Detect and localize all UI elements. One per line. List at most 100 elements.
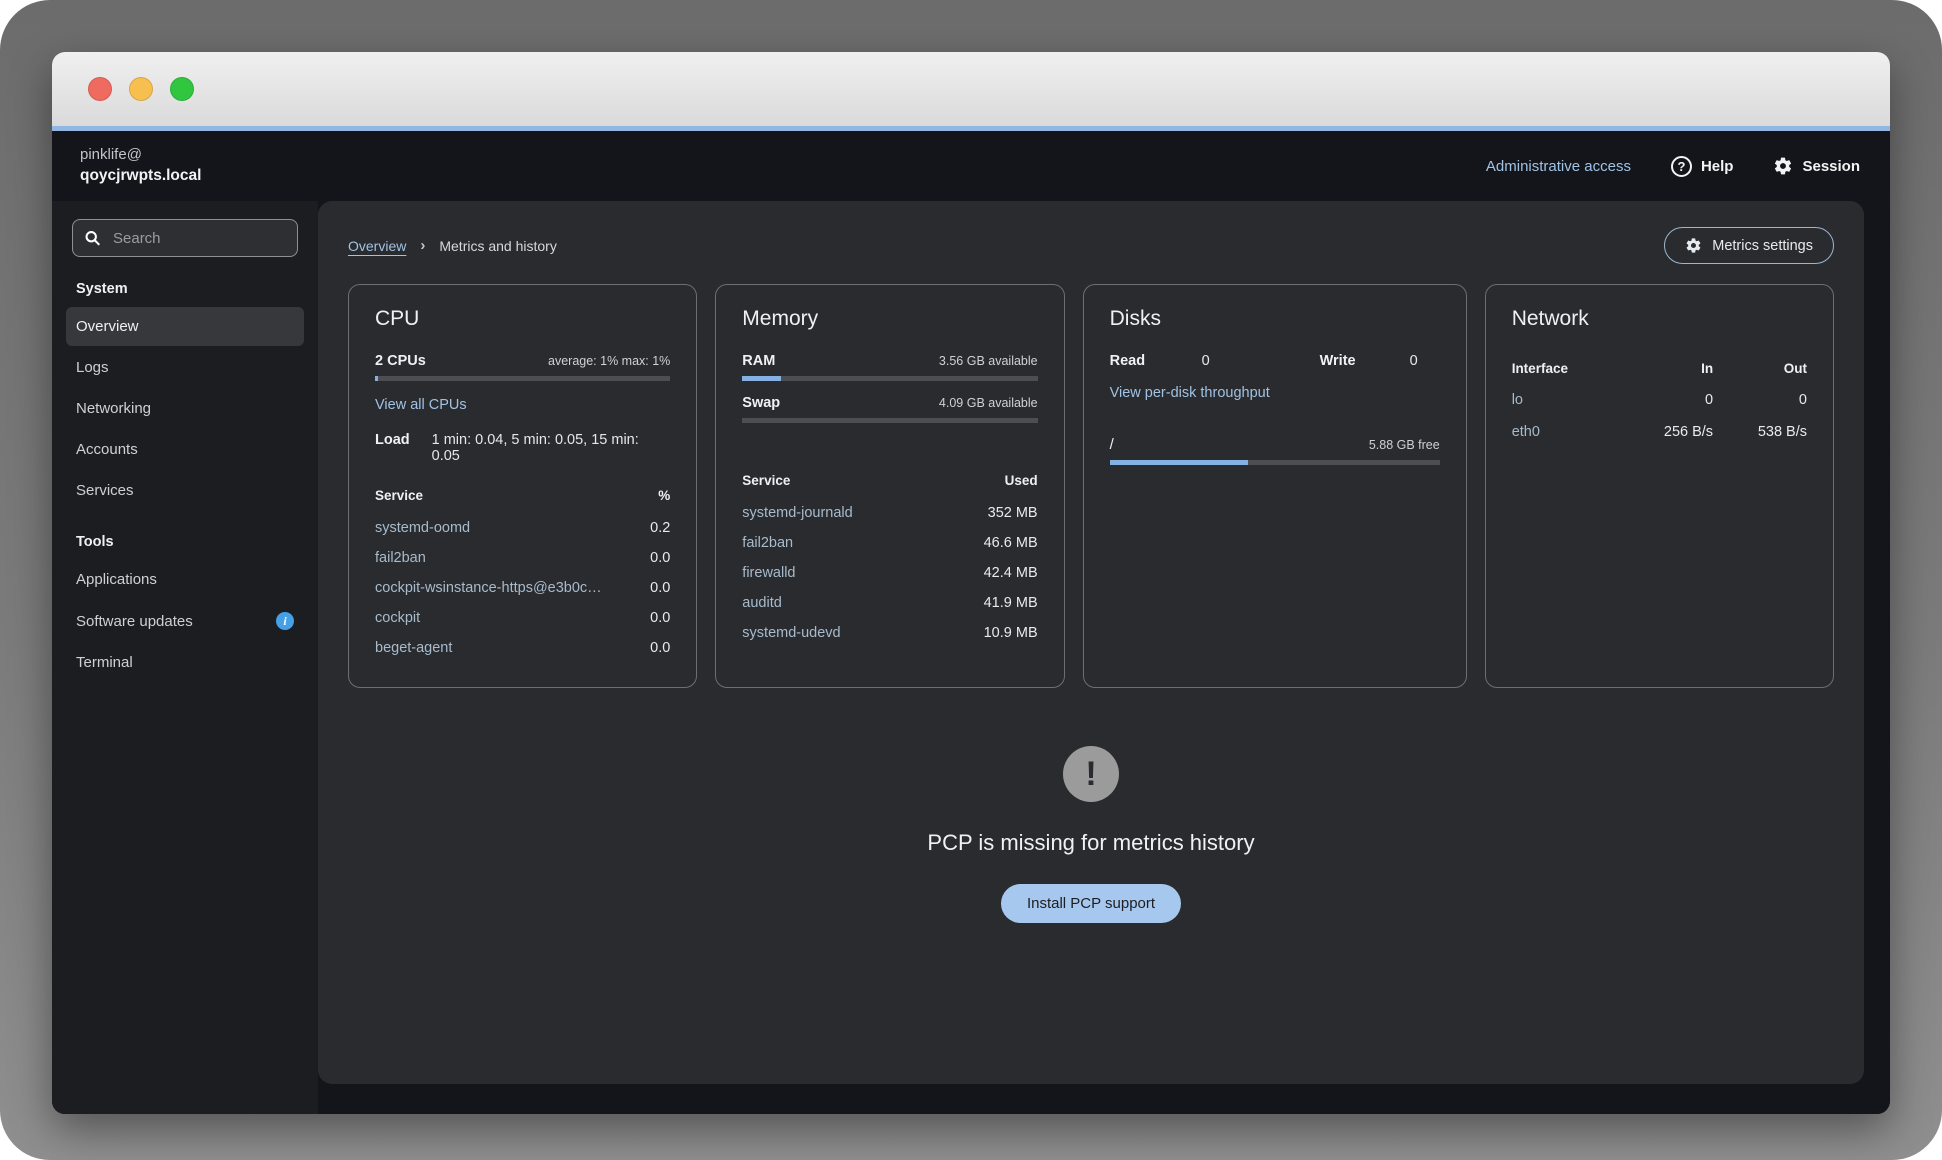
sidebar: System Overview Logs Networking Accounts (52, 201, 318, 1114)
view-per-disk-throughput-link[interactable]: View per-disk throughput (1110, 385, 1270, 401)
memory-service-table: Service Used systemd-journald 352 MB (742, 467, 1037, 648)
interface-link[interactable]: eth0 (1512, 424, 1540, 440)
disks-card-title: Disks (1110, 307, 1440, 331)
minimize-window-button[interactable] (129, 77, 153, 101)
service-link[interactable]: cockpit-wsinstance-https@e3b0c… (375, 580, 602, 596)
disk-write-label: Write (1320, 353, 1410, 369)
sidebar-item-logs[interactable]: Logs (66, 348, 304, 387)
breadcrumb: Overview Metrics and history (348, 237, 557, 254)
sidebar-item-software-updates[interactable]: Software updates (66, 601, 304, 641)
window-titlebar (52, 52, 1890, 126)
traffic-lights (88, 77, 194, 101)
service-link[interactable]: firewalld (742, 565, 795, 581)
ram-label: RAM (742, 353, 775, 369)
cpu-card: CPU 2 CPUs average: 1% max: 1% View all … (348, 284, 697, 688)
ram-usage-bar-fill (742, 376, 780, 381)
interface-out: 538 B/s (1713, 416, 1807, 448)
table-row: fail2ban 0.0 (375, 543, 670, 573)
pcp-empty-state: PCP is missing for metrics history Insta… (348, 746, 1834, 923)
info-icon (276, 612, 294, 630)
service-link[interactable]: beget-agent (375, 640, 452, 656)
sidebar-item-terminal[interactable]: Terminal (66, 643, 304, 682)
disk-free-label: 5.88 GB free (1369, 438, 1440, 452)
memory-card: Memory RAM 3.56 GB available Swap (715, 284, 1064, 688)
disk-read-value: 0 (1202, 353, 1320, 369)
help-button[interactable]: Help (1671, 156, 1734, 177)
metrics-settings-button[interactable]: Metrics settings (1664, 227, 1834, 264)
sidebar-item-label: Services (76, 482, 134, 499)
cpu-service-table: Service % systemd-oomd 0.2 fail2ba (375, 482, 670, 663)
service-value: 41.9 MB (941, 588, 1038, 618)
sidebar-item-overview[interactable]: Overview (66, 307, 304, 346)
memory-card-title: Memory (742, 307, 1037, 331)
table-row: systemd-oomd 0.2 (375, 513, 670, 543)
cpu-table-col-percent: % (646, 482, 670, 513)
network-col-in: In (1619, 353, 1713, 384)
breadcrumb-overview-link[interactable]: Overview (348, 238, 406, 254)
administrative-access-link[interactable]: Administrative access (1486, 158, 1631, 175)
close-window-button[interactable] (88, 77, 112, 101)
cpu-usage-bar-fill (375, 376, 378, 381)
session-label: Session (1802, 158, 1860, 175)
usage-cards: CPU 2 CPUs average: 1% max: 1% View all … (348, 284, 1834, 688)
table-row: firewalld 42.4 MB (742, 558, 1037, 588)
zoom-window-button[interactable] (170, 77, 194, 101)
table-row: beget-agent 0.0 (375, 633, 670, 663)
sidebar-item-accounts[interactable]: Accounts (66, 430, 304, 469)
ram-usage-bar (742, 376, 1037, 381)
service-value: 0.0 (646, 633, 670, 663)
table-row: systemd-udevd 10.9 MB (742, 618, 1037, 648)
sidebar-item-label: Networking (76, 400, 151, 417)
sidebar-item-services[interactable]: Services (66, 471, 304, 510)
sidebar-item-label: Applications (76, 571, 157, 588)
install-pcp-button[interactable]: Install PCP support (1001, 884, 1181, 923)
search-input[interactable] (72, 219, 298, 257)
disk-usage-bar (1110, 460, 1440, 465)
table-row: fail2ban 46.6 MB (742, 528, 1037, 558)
network-col-out: Out (1713, 353, 1807, 384)
sidebar-item-applications[interactable]: Applications (66, 560, 304, 599)
swap-label: Swap (742, 395, 780, 411)
interface-link[interactable]: lo (1512, 392, 1523, 408)
sidebar-item-label: Software updates (76, 613, 193, 630)
table-row: lo 0 0 (1512, 384, 1807, 416)
chevron-right-icon (420, 237, 425, 254)
sidebar-section-tools: Tools (76, 534, 294, 550)
disk-io-row: Read 0 Write 0 (1110, 353, 1440, 369)
service-value: 0.0 (646, 603, 670, 633)
cpu-count-label: 2 CPUs (375, 353, 426, 369)
service-link[interactable]: fail2ban (375, 550, 426, 566)
service-link[interactable]: systemd-oomd (375, 520, 470, 536)
view-all-cpus-link[interactable]: View all CPUs (375, 397, 467, 413)
interface-in: 256 B/s (1619, 416, 1713, 448)
service-value: 46.6 MB (941, 528, 1038, 558)
table-row: auditd 41.9 MB (742, 588, 1037, 618)
swap-available: 4.09 GB available (939, 396, 1038, 410)
service-link[interactable]: cockpit (375, 610, 420, 626)
disk-read-label: Read (1110, 353, 1202, 369)
gear-icon (1773, 156, 1793, 176)
sidebar-section-system: System (76, 281, 294, 297)
mount-row: / 5.88 GB free (1110, 436, 1440, 453)
memory-table-col-used: Used (941, 467, 1038, 498)
service-link[interactable]: systemd-udevd (742, 625, 840, 641)
host-info: pinklife@ qoycjrwpts.local (80, 145, 201, 186)
disk-usage-bar-fill (1110, 460, 1249, 465)
mount-point: / (1110, 436, 1114, 453)
service-link[interactable]: fail2ban (742, 535, 793, 551)
app-body: System Overview Logs Networking Accounts (52, 201, 1890, 1114)
sidebar-item-networking[interactable]: Networking (66, 389, 304, 428)
mac-window: pinklife@ qoycjrwpts.local Administrativ… (52, 52, 1890, 1114)
sidebar-item-label: Accounts (76, 441, 138, 458)
session-button[interactable]: Session (1773, 156, 1860, 176)
help-label: Help (1701, 158, 1734, 175)
network-card-title: Network (1512, 307, 1807, 331)
service-link[interactable]: systemd-journald (742, 505, 852, 521)
host-name: qoycjrwpts.local (80, 166, 201, 187)
cockpit-app: pinklife@ qoycjrwpts.local Administrativ… (52, 131, 1890, 1114)
sidebar-item-label: Logs (76, 359, 109, 376)
breadcrumb-current: Metrics and history (439, 238, 556, 254)
service-link[interactable]: auditd (742, 595, 782, 611)
swap-usage-bar (742, 418, 1037, 423)
pcp-missing-title: PCP is missing for metrics history (927, 830, 1254, 856)
